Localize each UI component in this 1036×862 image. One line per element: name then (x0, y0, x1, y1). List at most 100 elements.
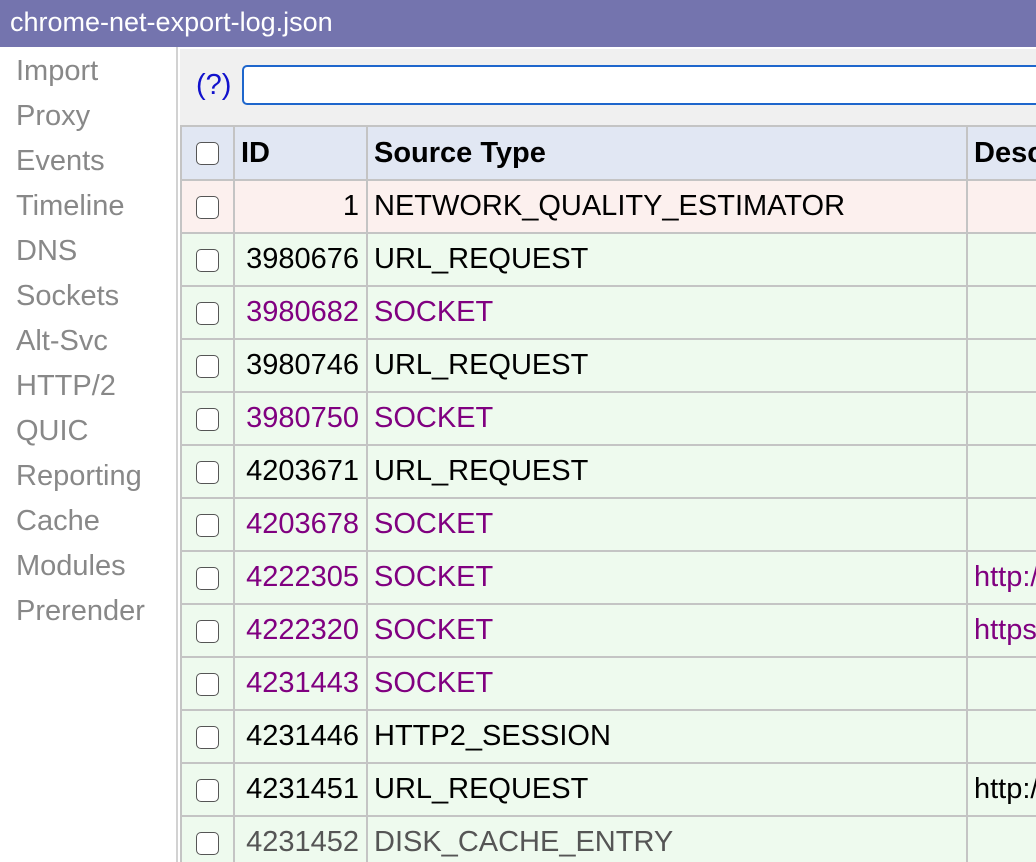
tab-http2[interactable]: HTTP/2 (0, 364, 176, 409)
row-checkbox[interactable] (196, 831, 219, 855)
row-select-cell (180, 603, 235, 658)
row-checkbox[interactable] (196, 725, 219, 749)
row-id: 3980682 (233, 285, 368, 340)
filter-help-link[interactable]: (?) (196, 69, 231, 102)
row-select-cell (180, 338, 235, 393)
row-checkbox[interactable] (196, 778, 219, 802)
row-id: 4231452 (233, 815, 368, 862)
row-description: https (966, 603, 1036, 658)
row-id: 4231443 (233, 656, 368, 711)
table-row[interactable]: 3980682 SOCKET (180, 285, 1036, 340)
row-source-type: SOCKET (366, 285, 968, 340)
window-title: chrome-net-export-log.json (0, 0, 1036, 47)
row-source-type: NETWORK_QUALITY_ESTIMATOR (366, 179, 968, 234)
row-checkbox[interactable] (196, 460, 219, 484)
row-description (966, 497, 1036, 552)
tab-quic[interactable]: QUIC (0, 409, 176, 454)
row-id: 4231446 (233, 709, 368, 764)
row-select-cell (180, 709, 235, 764)
row-select-cell (180, 497, 235, 552)
row-source-type: HTTP2_SESSION (366, 709, 968, 764)
row-source-type: SOCKET (366, 497, 968, 552)
table-row[interactable]: 4231446 HTTP2_SESSION (180, 709, 1036, 764)
table-header-row: ID Source Type Desc (180, 125, 1036, 181)
row-checkbox[interactable] (196, 407, 219, 431)
table-row[interactable]: 4222320 SOCKET https (180, 603, 1036, 658)
row-description (966, 232, 1036, 287)
column-header-source-type[interactable]: Source Type (366, 125, 968, 181)
row-select-cell (180, 232, 235, 287)
tab-alt-svc[interactable]: Alt-Svc (0, 319, 176, 364)
row-checkbox[interactable] (196, 566, 219, 590)
row-select-cell (180, 656, 235, 711)
table-row[interactable]: 4231443 SOCKET (180, 656, 1036, 711)
row-source-type: URL_REQUEST (366, 232, 968, 287)
row-id: 4222305 (233, 550, 368, 605)
table-row[interactable]: 1 NETWORK_QUALITY_ESTIMATOR (180, 179, 1036, 234)
row-description: http:/ (966, 762, 1036, 817)
row-checkbox[interactable] (196, 195, 219, 219)
column-header-id[interactable]: ID (233, 125, 368, 181)
row-source-type: URL_REQUEST (366, 444, 968, 499)
table-body: 1 NETWORK_QUALITY_ESTIMATOR 3980676 URL_REQ… (180, 179, 1036, 862)
row-source-type: URL_REQUEST (366, 338, 968, 393)
tab-proxy[interactable]: Proxy (0, 94, 176, 139)
row-description (966, 656, 1036, 711)
tab-modules[interactable]: Modules (0, 544, 176, 589)
table-row[interactable]: 4203671 URL_REQUEST (180, 444, 1036, 499)
events-table-container[interactable]: ID Source Type Desc 1NETWORK_QUALITY_EST… (180, 125, 1036, 862)
row-id: 3980746 (233, 338, 368, 393)
row-checkbox[interactable] (196, 354, 219, 378)
row-description (966, 709, 1036, 764)
tab-timeline[interactable]: Timeline (0, 184, 176, 229)
row-id: 1 (233, 179, 368, 234)
table-row[interactable]: 4203678 SOCKET (180, 497, 1036, 552)
row-select-cell (180, 550, 235, 605)
row-select-cell (180, 179, 235, 234)
row-checkbox[interactable] (196, 513, 219, 537)
row-description (966, 285, 1036, 340)
table-row[interactable]: 4231451 URL_REQUEST http:/ (180, 762, 1036, 817)
row-select-cell (180, 815, 235, 862)
row-id: 4203671 (233, 444, 368, 499)
row-description: http:/ (966, 550, 1036, 605)
table-row[interactable]: 3980676 URL_REQUEST (180, 232, 1036, 287)
table-row[interactable]: 4222305 SOCKET http:/ (180, 550, 1036, 605)
row-source-type: SOCKET (366, 603, 968, 658)
row-source-type: SOCKET (366, 391, 968, 446)
row-description (966, 338, 1036, 393)
row-source-type: SOCKET (366, 550, 968, 605)
row-description (966, 444, 1036, 499)
table-row[interactable]: 4231452 DISK_CACHE_ENTRY (180, 815, 1036, 862)
filter-bar: (?) (180, 49, 1036, 125)
row-id: 4231451 (233, 762, 368, 817)
column-header-description[interactable]: Desc (966, 125, 1036, 181)
tab-sidebar: Import Proxy Events Timeline DNS Sockets Alt-S… (0, 47, 178, 862)
tab-sockets[interactable]: Sockets (0, 274, 176, 319)
tab-import[interactable]: Import (0, 49, 176, 94)
row-description (966, 815, 1036, 862)
tab-dns[interactable]: DNS (0, 229, 176, 274)
row-select-cell (180, 762, 235, 817)
row-id: 4222320 (233, 603, 368, 658)
row-select-cell (180, 444, 235, 499)
tab-prerender[interactable]: Prerender (0, 589, 176, 634)
table-row[interactable]: 3980746 URL_REQUEST (180, 338, 1036, 393)
row-description (966, 391, 1036, 446)
select-all-checkbox[interactable] (196, 142, 219, 166)
row-checkbox[interactable] (196, 672, 219, 696)
tab-cache[interactable]: Cache (0, 499, 176, 544)
table-row[interactable]: 3980750 SOCKET (180, 391, 1036, 446)
row-checkbox[interactable] (196, 248, 219, 272)
row-checkbox[interactable] (196, 301, 219, 325)
row-source-type: SOCKET (366, 656, 968, 711)
events-table: ID Source Type Desc 1NETWORK_QUALITY_EST… (180, 125, 1036, 862)
tab-events[interactable]: Events (0, 139, 176, 184)
row-checkbox[interactable] (196, 619, 219, 643)
row-id: 3980750 (233, 391, 368, 446)
row-id: 4203678 (233, 497, 368, 552)
tab-reporting[interactable]: Reporting (0, 454, 176, 499)
row-source-type: URL_REQUEST (366, 762, 968, 817)
filter-input[interactable] (242, 65, 1036, 105)
row-source-type: DISK_CACHE_ENTRY (366, 815, 968, 862)
